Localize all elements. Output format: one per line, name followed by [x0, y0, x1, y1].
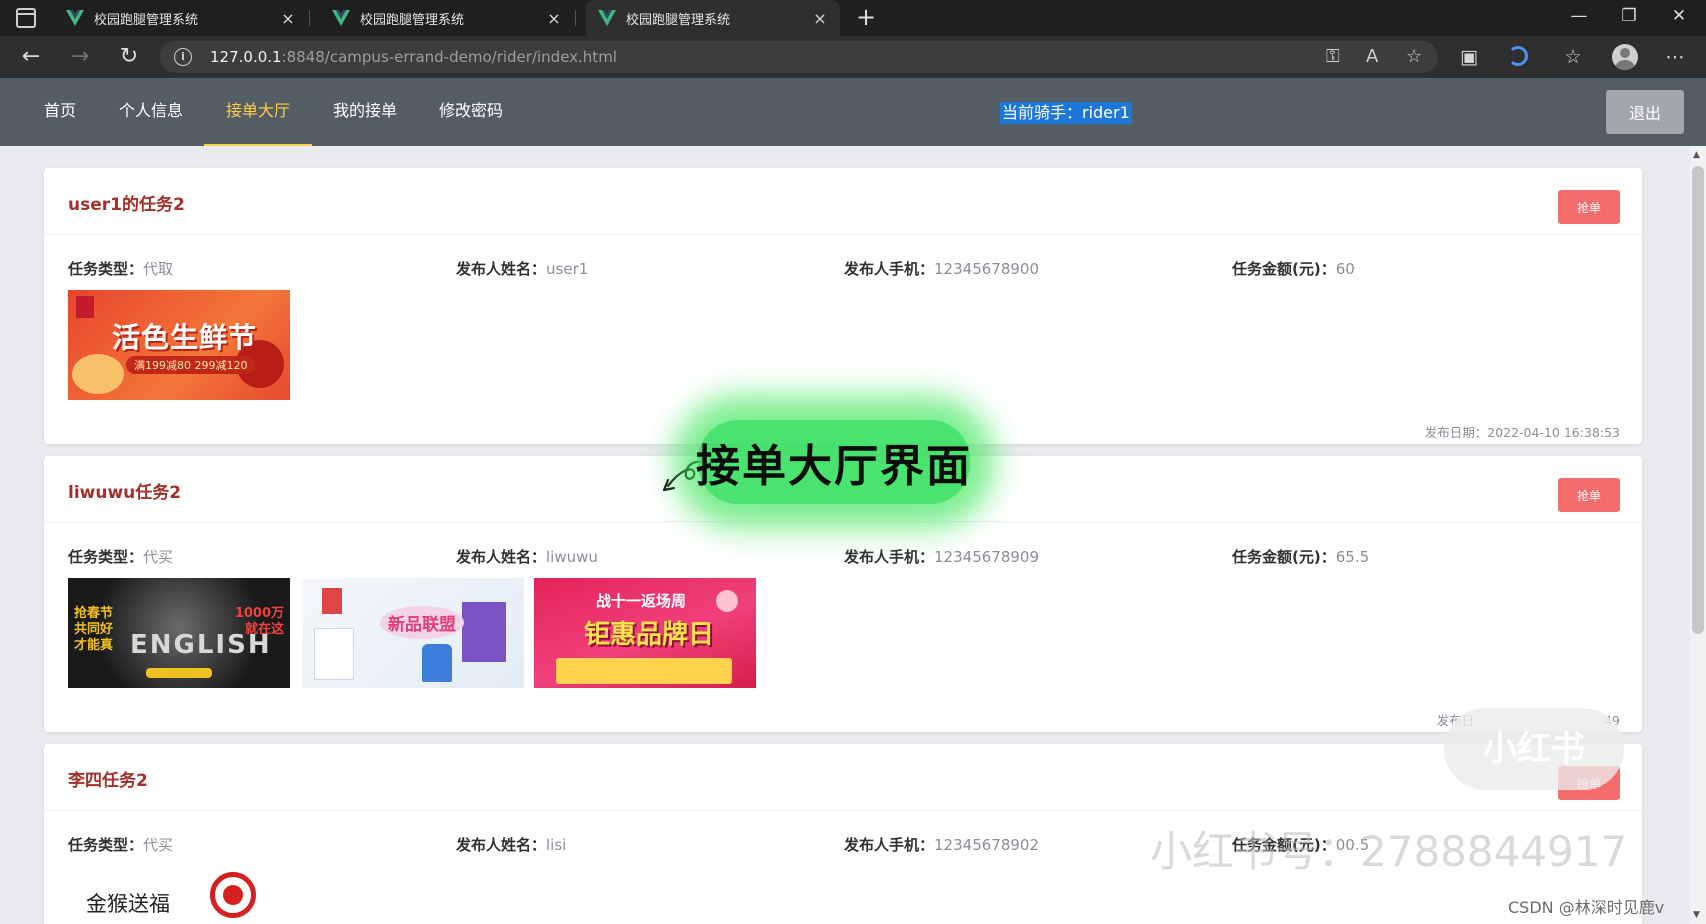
nav-change-password[interactable]: 修改密码	[428, 78, 514, 146]
scrollbar-thumb[interactable]	[1692, 166, 1704, 634]
browser-tab-3-active[interactable]: 校园跑腿管理系统 ×	[586, 0, 840, 36]
task-fields: 任务类型：代取 发布人姓名：user1 发布人手机：12345678900 任务…	[68, 258, 1628, 278]
app-navbar: 首页 个人信息 接单大厅 我的接单 修改密码 当前骑手：rider1 退出	[0, 78, 1706, 146]
grab-order-button[interactable]: 抢单	[1558, 478, 1620, 512]
key-icon[interactable]: ⚿	[1326, 46, 1340, 67]
read-aloud-icon[interactable]: A	[1366, 46, 1378, 67]
amount-field: 任务金额(元)：65.5	[1232, 548, 1370, 566]
grab-order-button[interactable]: 抢单	[1558, 190, 1620, 224]
csdn-watermark: CSDN @林深时见鹿v	[1508, 898, 1665, 917]
favorites-icon[interactable]: ☆	[1560, 46, 1586, 68]
phone-field: 发布人手机：12345678902	[844, 836, 1039, 854]
url-text: 127.0.0.1:8848/campus-errand-demo/rider/…	[210, 48, 617, 66]
more-icon[interactable]: ⋯	[1662, 46, 1688, 68]
nav-my-orders[interactable]: 我的接单	[322, 78, 408, 146]
scroll-down-icon[interactable]: ▼	[1693, 910, 1700, 920]
task-image[interactable]: 战十一返场周 钜惠品牌日	[534, 578, 756, 688]
watermark-badge: 小红书	[1444, 708, 1624, 790]
current-rider-label: 当前骑手：rider1	[1000, 102, 1132, 124]
task-title: user1的任务2	[68, 195, 185, 215]
task-fields: 任务类型：代买 发布人姓名：liwuwu 发布人手机：12345678909 任…	[68, 546, 1628, 566]
task-card-header: 李四任务2 抢单	[44, 744, 1642, 810]
forward-button[interactable]: →	[66, 45, 94, 69]
publish-date: 发布日期：2022-04-10 16:38:53	[1424, 425, 1620, 440]
publisher-field: 发布人姓名：liwuwu	[456, 548, 598, 566]
task-title: liwuwu任务2	[68, 483, 182, 503]
browser-tab-2[interactable]: 校园跑腿管理系统 ×	[320, 0, 576, 36]
tab-close-icon[interactable]: ×	[812, 9, 828, 28]
task-title: 李四任务2	[68, 771, 148, 791]
task-type-field: 任务类型：代买	[68, 836, 174, 854]
vue-logo-icon	[332, 10, 350, 26]
task-type-field: 任务类型：代买	[68, 548, 174, 566]
info-icon[interactable]: i	[174, 48, 192, 66]
sync-icon[interactable]	[1508, 46, 1528, 66]
publisher-field: 发布人姓名：lisi	[456, 836, 567, 854]
logout-button[interactable]: 退出	[1606, 90, 1684, 134]
order-hall-list: user1的任务2 抢单 任务类型：代取 发布人姓名：user1 发布人手机：1…	[0, 146, 1690, 924]
tab-title: 校园跑腿管理系统	[626, 12, 731, 28]
tab-actions-icon[interactable]	[16, 8, 36, 28]
phone-field: 发布人手机：12345678900	[844, 260, 1039, 278]
task-image[interactable]: 活色生鲜节 满199减80 299减120	[68, 290, 290, 400]
publisher-field: 发布人姓名：user1	[456, 260, 589, 278]
nav-home[interactable]: 首页	[28, 78, 92, 146]
new-tab-button[interactable]: +	[856, 4, 876, 30]
nav-order-hall[interactable]: 接单大厅	[204, 78, 312, 146]
task-image[interactable]: 金猴送福	[68, 866, 290, 924]
restore-button[interactable]: ❐	[1614, 6, 1644, 26]
browser-tab-1[interactable]: 校园跑腿管理系统 ×	[54, 0, 310, 36]
browser-tab-strip: 校园跑腿管理系统 × 校园跑腿管理系统 × 校园跑腿管理系统 × + — ❐ ✕	[0, 0, 1706, 36]
scroll-up-icon[interactable]: ▲	[1693, 150, 1700, 160]
phone-field: 发布人手机：12345678909	[844, 548, 1039, 566]
reload-button[interactable]: ↻	[115, 45, 143, 69]
favorite-add-icon[interactable]: ☆	[1406, 46, 1422, 67]
window-close-button[interactable]: ✕	[1664, 6, 1694, 26]
tab-close-icon[interactable]: ×	[280, 9, 296, 28]
vue-logo-icon	[66, 10, 84, 26]
watermark-text: 小红书号：2788844917	[1150, 827, 1628, 876]
annotation-banner: 接单大厅界面	[664, 392, 1004, 532]
back-button[interactable]: ←	[17, 45, 45, 69]
task-type-field: 任务类型：代取	[68, 260, 174, 278]
profile-icon[interactable]	[1612, 44, 1638, 70]
url-field[interactable]: i 127.0.0.1:8848/campus-errand-demo/ride…	[160, 41, 1438, 73]
task-image[interactable]: 抢春节 共同好 才能真 1000万 就在这 ENGLISH	[68, 578, 290, 688]
tab-title: 校园跑腿管理系统	[360, 12, 465, 28]
task-image[interactable]: 新品联盟	[302, 578, 524, 688]
tab-title: 校园跑腿管理系统	[94, 12, 199, 28]
tab-close-icon[interactable]: ×	[546, 9, 562, 28]
task-card-header: user1的任务2 抢单	[44, 168, 1642, 234]
vue-logo-icon	[598, 10, 616, 26]
nav-profile[interactable]: 个人信息	[108, 78, 194, 146]
collections-icon[interactable]: ▣	[1456, 46, 1482, 68]
address-bar: ← → ↻ i 127.0.0.1:8848/campus-errand-dem…	[0, 36, 1706, 78]
amount-field: 任务金额(元)：60	[1232, 260, 1355, 278]
minimize-button[interactable]: —	[1564, 6, 1594, 26]
